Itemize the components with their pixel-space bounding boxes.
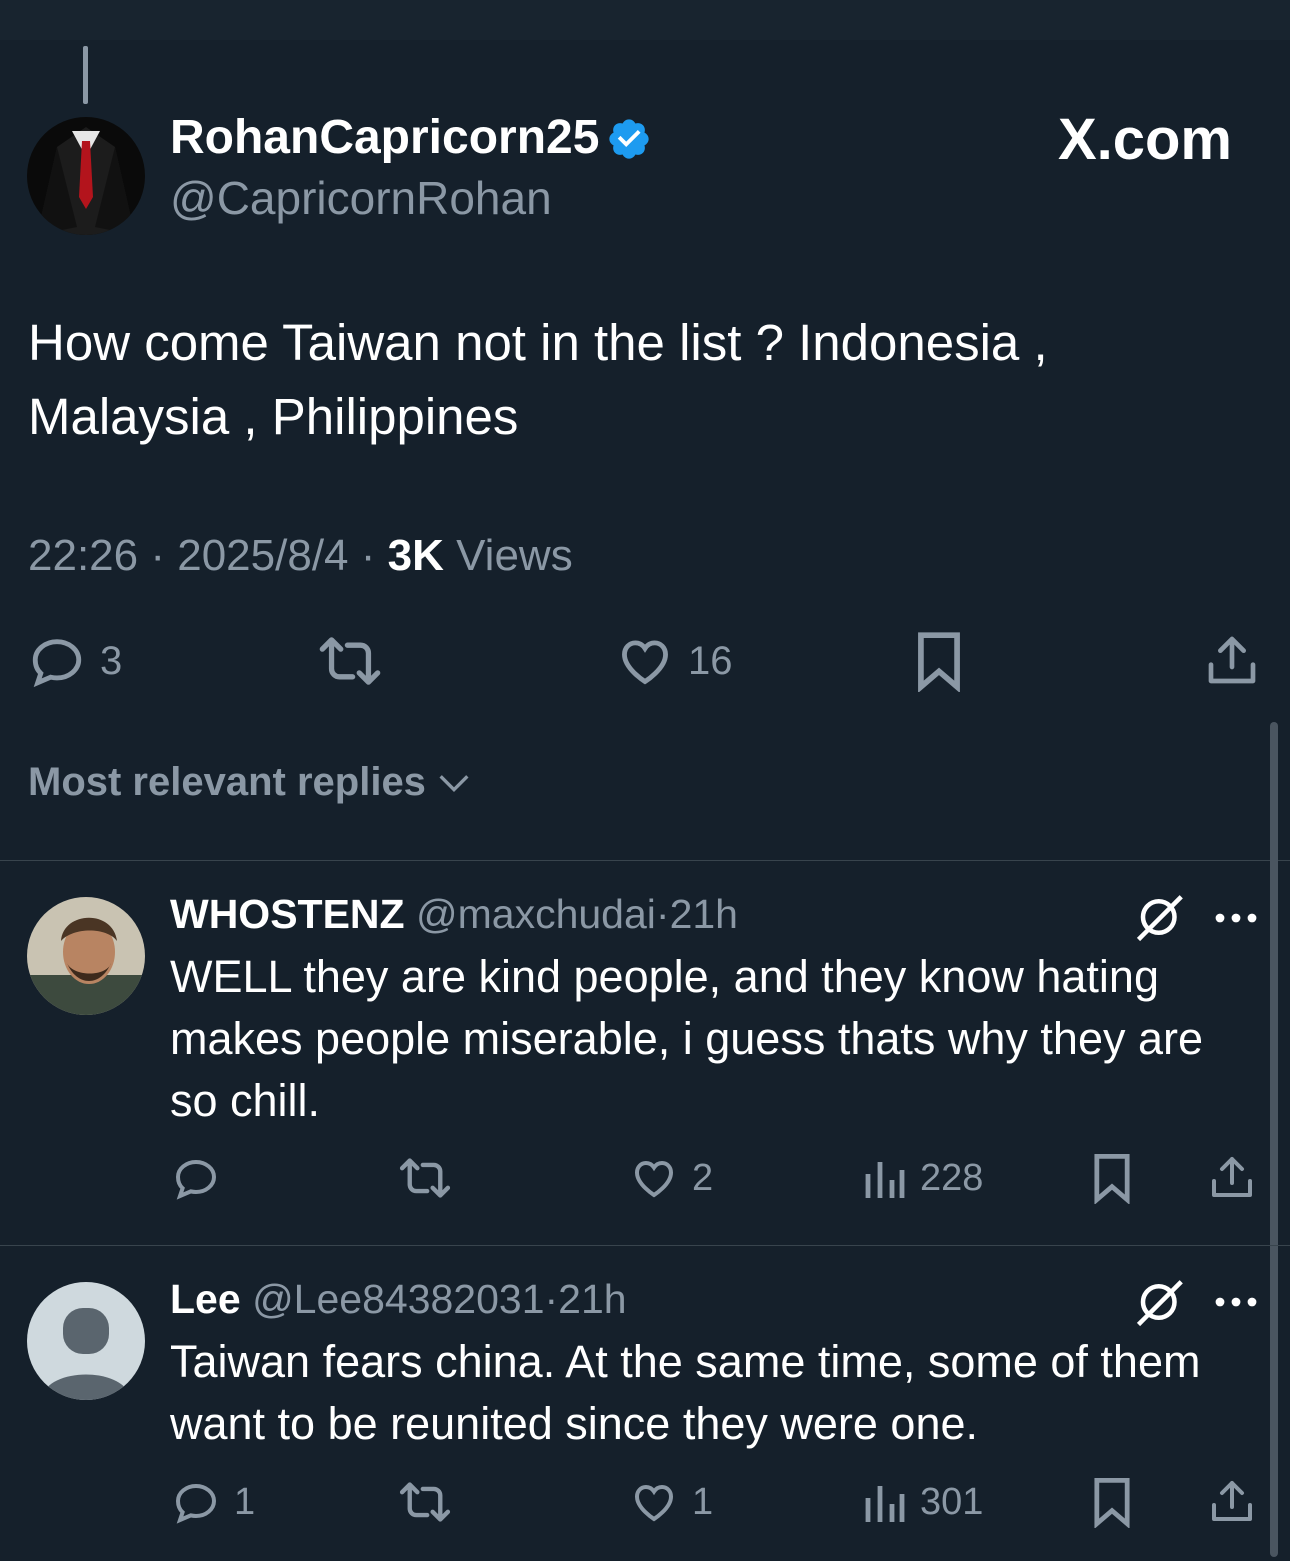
analytics-icon	[865, 1162, 905, 1198]
heart-icon	[622, 640, 668, 685]
bookmark-button[interactable]	[912, 630, 966, 692]
reply-avatar[interactable]	[27, 1282, 145, 1400]
like-count: 16	[688, 638, 733, 683]
repost-button[interactable]	[318, 632, 382, 690]
repost-icon	[319, 637, 381, 685]
repost-icon	[399, 1158, 451, 1198]
share-icon	[1208, 636, 1256, 684]
bookmark-icon	[1094, 1153, 1130, 1204]
replies-sort-dropdown[interactable]: Most relevant replies	[28, 760, 474, 805]
like-count: 2	[692, 1156, 714, 1199]
like-button[interactable]: 2	[630, 1154, 713, 1202]
reply-count: 3	[100, 638, 123, 683]
share-icon	[1212, 1157, 1252, 1197]
bookmark-button[interactable]	[1090, 1152, 1134, 1204]
author-name[interactable]: RohanCapricorn25	[170, 110, 599, 166]
share-button[interactable]	[1208, 1152, 1256, 1202]
repost-button[interactable]	[398, 1154, 452, 1202]
reply-icon	[175, 1483, 217, 1524]
reply-button[interactable]: 1	[172, 1478, 255, 1526]
heart-icon	[634, 1160, 674, 1198]
share-button[interactable]	[1208, 1476, 1256, 1526]
bookmark-button[interactable]	[1090, 1476, 1134, 1528]
post-meta: 22:26 · 2025/8/4 · 3K Views	[28, 528, 573, 584]
reply-author-name[interactable]: Lee	[170, 1276, 241, 1322]
top-faded-strip	[0, 0, 1290, 40]
meta-separator: ·	[655, 891, 670, 937]
more-options-icon[interactable]	[1212, 1282, 1260, 1327]
heart-icon	[634, 1484, 674, 1522]
views-count: 301	[920, 1480, 984, 1523]
chevron-down-icon	[439, 774, 469, 792]
reply-author-handle[interactable]: @maxchudai	[416, 891, 656, 937]
divider	[0, 860, 1290, 861]
reply-icon	[175, 1159, 217, 1200]
reply-header: Lee @Lee84382031·21h	[170, 1273, 627, 1325]
author-avatar[interactable]	[27, 117, 145, 235]
like-button[interactable]: 16	[616, 632, 733, 690]
reply-text: Taiwan fears china. At the same time, so…	[170, 1336, 1201, 1449]
views-label[interactable]: Views	[456, 531, 573, 580]
thread-connector-line	[83, 46, 88, 104]
post-date: 2025/8/4	[177, 531, 349, 580]
share-button[interactable]	[1204, 630, 1260, 690]
bookmark-icon	[1094, 1477, 1130, 1528]
reply-text: WELL they are kind people, and they know…	[170, 951, 1204, 1126]
reply-count: 1	[234, 1480, 256, 1523]
bookmark-icon	[918, 632, 960, 692]
reply-button[interactable]: 3	[28, 632, 122, 690]
analytics-icon	[865, 1486, 905, 1522]
reply-author-handle[interactable]: @Lee84382031	[252, 1276, 544, 1322]
repost-icon	[399, 1482, 451, 1522]
share-icon	[1212, 1481, 1252, 1521]
meta-separator: ·	[544, 1276, 559, 1322]
author-handle[interactable]: @CapricornRohan	[170, 170, 552, 226]
post-text: How come Taiwan not in the list ? Indone…	[28, 314, 1048, 445]
divider	[0, 1245, 1290, 1246]
x-com-watermark: X.com	[1057, 107, 1232, 172]
like-button[interactable]: 1	[630, 1478, 713, 1526]
reply-age: 21h	[558, 1276, 627, 1322]
more-options-icon[interactable]	[1212, 898, 1260, 943]
meta-separator: ·	[150, 531, 165, 580]
grok-icon[interactable]	[1134, 890, 1188, 949]
reply-icon	[32, 639, 82, 688]
reply-author-name[interactable]: WHOSTENZ	[170, 891, 405, 937]
views-count: 3K	[387, 531, 444, 580]
like-count: 1	[692, 1480, 714, 1523]
verified-badge-icon	[606, 116, 652, 162]
repost-button[interactable]	[398, 1478, 452, 1526]
reply-avatar[interactable]	[27, 897, 145, 1015]
post-time: 22:26	[28, 531, 139, 580]
reply-button[interactable]	[172, 1154, 234, 1202]
views-button[interactable]: 228	[862, 1154, 983, 1202]
author-display-name[interactable]: RohanCapricorn25	[170, 111, 599, 164]
grok-icon[interactable]	[1134, 1275, 1188, 1334]
reply-age: 21h	[669, 891, 738, 937]
reply-header: WHOSTENZ @maxchudai·21h	[170, 888, 738, 940]
replies-sort-label: Most relevant replies	[28, 760, 426, 804]
views-button[interactable]: 301	[862, 1478, 983, 1526]
views-count: 228	[920, 1156, 984, 1199]
scrollbar[interactable]	[1270, 722, 1278, 1557]
meta-separator: ·	[360, 531, 376, 580]
